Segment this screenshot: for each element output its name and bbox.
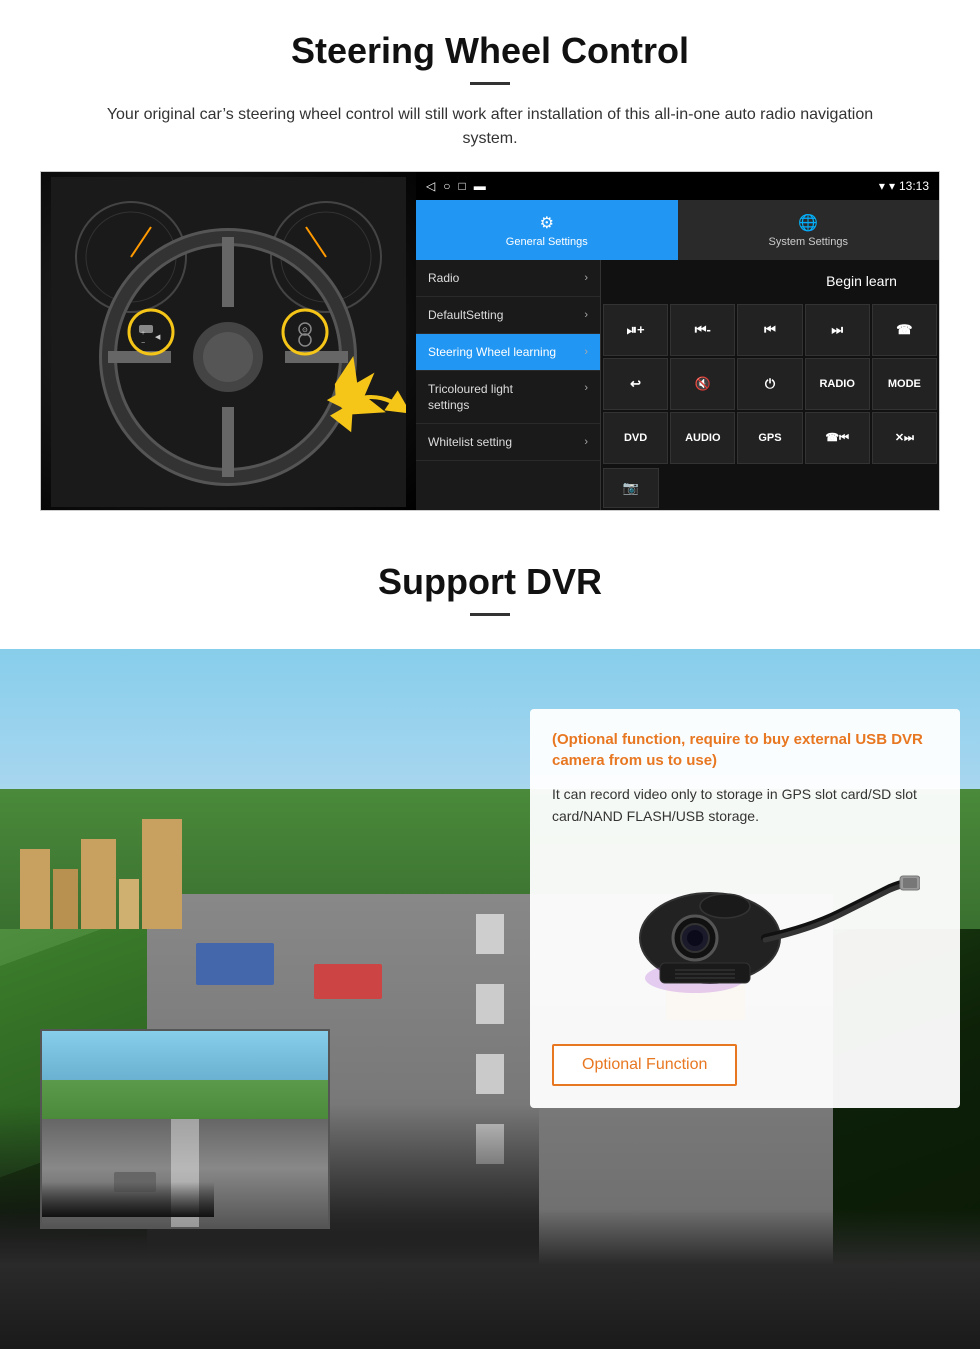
steering-wheel-photo: + − ◀ ⊙ [41,172,416,511]
ctrl-mode[interactable]: MODE [872,358,937,410]
vehicle-1 [196,943,274,985]
menu-tricoloured[interactable]: Tricoloured light › settings [416,371,600,424]
title-divider [470,82,510,85]
dvr-optional-text: (Optional function, require to buy exter… [552,729,938,771]
ctrl-vol-up[interactable]: ⏯+ [603,304,668,356]
globe-icon: 🌐 [798,213,818,233]
tab-general-label: General Settings [506,236,588,248]
svg-text:−: − [141,340,145,347]
home-icon[interactable]: ○ [443,179,450,193]
status-time: 13:13 [899,179,929,193]
tab-general-settings[interactable]: ⚙ General Settings [416,200,678,260]
recents-icon[interactable]: □ [458,179,465,193]
dvr-background: (Optional function, require to buy exter… [0,649,980,1349]
controls-panel: Begin learn ⏯+ ⏮- ⏮ ⏭ ☎ ↩ 🔇 ⏻ RA [601,260,939,510]
menu-default-label: DefaultSetting [428,308,503,322]
optional-function-button[interactable]: Optional Function [552,1044,737,1086]
tab-system-settings[interactable]: 🌐 System Settings [678,200,940,260]
ctrl-hang-up[interactable]: ↩ [603,358,668,410]
android-ui-panel: ◁ ○ □ ▬ ▾ ▾ 13:13 ⚙ General Settings [416,172,939,510]
control-buttons-grid: ⏯+ ⏮- ⏮ ⏭ ☎ ↩ 🔇 ⏻ RADIO MODE DVD AUDIO [601,302,939,466]
ctrl-phone[interactable]: ☎ [872,304,937,356]
begin-learn-row: Begin learn [601,260,939,302]
camera-view-scene [42,1031,328,1227]
ctrl-radio[interactable]: RADIO [805,358,870,410]
menu-radio-label: Radio [428,271,459,285]
ctrl-next-track[interactable]: ⏭ [805,304,870,356]
spacer [601,260,784,302]
status-left: ◁ ○ □ ▬ [426,179,486,193]
steering-wheel-svg: + − ◀ ⊙ [51,177,406,507]
inset-dashboard [42,1182,214,1217]
camera-inset-view [40,1029,330,1229]
android-status-bar: ◁ ○ □ ▬ ▾ ▾ 13:13 [416,172,939,200]
back-icon[interactable]: ◁ [426,179,435,193]
ctrl-vol-down[interactable]: ⏮- [670,304,735,356]
building [119,879,139,929]
ctrl-audio[interactable]: AUDIO [670,412,735,464]
dvr-title: Support DVR [0,561,980,603]
dvr-title-area: Support DVR [0,531,980,649]
menu-radio[interactable]: Radio › [416,260,600,297]
ctrl-phone-prev[interactable]: ☎⏮ [805,412,870,464]
menu-settings-label: settings [428,398,469,412]
ctrl-power[interactable]: ⏻ [737,358,802,410]
svg-text:⊙: ⊙ [302,327,308,334]
steering-demo-panel: + − ◀ ⊙ [40,171,940,511]
building [20,849,50,929]
steering-subtitle: Your original car’s steering wheel contr… [80,103,900,151]
dvr-info-card: (Optional function, require to buy exter… [530,709,960,1108]
steering-wheel-bg: + − ◀ ⊙ [41,172,416,511]
svg-text:◀: ◀ [155,334,161,341]
ctrl-extra[interactable]: 📷 [603,468,659,508]
settings-menu: Radio › DefaultSetting › Steering Wheel … [416,260,601,510]
ctrl-gps[interactable]: GPS [737,412,802,464]
dvr-section: Support DVR [0,531,980,1349]
chevron-right-icon: › [584,272,588,284]
menu-steering-label: Steering Wheel learning [428,345,556,359]
chevron-right-icon: › [584,436,588,448]
gear-icon: ⚙ [540,213,554,233]
tab-system-label: System Settings [769,236,848,248]
vehicle-2 [314,964,383,999]
dvr-camera-illustration [552,848,938,1028]
dvr-camera-svg [570,858,920,1018]
chevron-right-icon: › [584,382,588,396]
status-right: ▾ ▾ 13:13 [879,179,929,193]
menu-default-setting[interactable]: DefaultSetting › [416,297,600,334]
dvr-divider [470,613,510,616]
signal-icon: ▾ [879,179,885,193]
steering-title: Steering Wheel Control [40,30,940,72]
dashboard [0,1209,980,1349]
ctrl-mute[interactable]: 🔇 [670,358,735,410]
menu-steering-wheel[interactable]: Steering Wheel learning › [416,334,600,371]
begin-learn-button[interactable]: Begin learn [784,260,939,302]
building [81,839,116,929]
ctrl-dvd[interactable]: DVD [603,412,668,464]
menu-whitelist[interactable]: Whitelist setting › [416,424,600,461]
menu-whitelist-label: Whitelist setting [428,435,512,449]
dvr-description: It can record video only to storage in G… [552,783,938,828]
steering-section: Steering Wheel Control Your original car… [0,0,980,531]
ctrl-prev-track[interactable]: ⏮ [737,304,802,356]
road-marking [476,1054,503,1094]
svg-text:+: + [141,330,145,337]
menu-icon[interactable]: ▬ [474,179,486,193]
chevron-right-icon-active: › [584,346,588,358]
settings-controls-area: Radio › DefaultSetting › Steering Wheel … [416,260,939,510]
chevron-right-icon: › [584,309,588,321]
wifi-icon: ▾ [889,179,895,193]
building [142,819,182,929]
settings-tabs: ⚙ General Settings 🌐 System Settings [416,200,939,260]
building [53,869,78,929]
ctrl-phone-next[interactable]: ✕⏭ [872,412,937,464]
road-marking [476,984,503,1024]
buildings-left [0,719,490,929]
menu-tricoloured-label: Tricoloured light [428,382,513,396]
